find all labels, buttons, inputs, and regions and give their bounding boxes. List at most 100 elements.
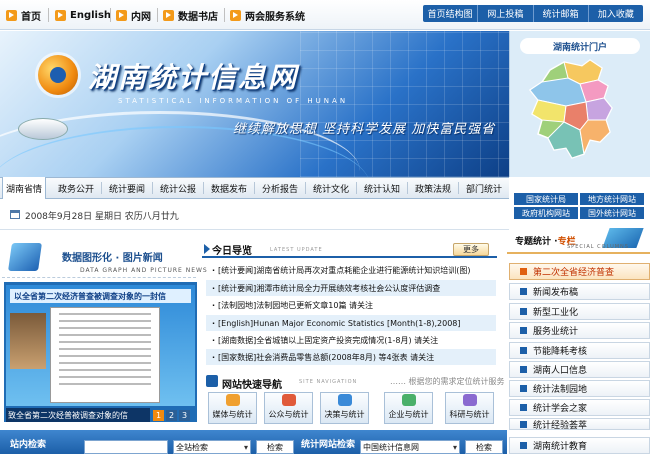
- square-icon: [520, 288, 527, 295]
- quick-nav-media[interactable]: 媒体与统计: [208, 392, 257, 424]
- nav-bookstore-link[interactable]: 数据书店: [163, 0, 218, 30]
- portal-link-foreign[interactable]: 国外统计网站: [580, 207, 644, 219]
- square-icon: [520, 308, 527, 315]
- nav-intranet-link[interactable]: 内网: [116, 0, 151, 30]
- search-label: 站内检索: [10, 440, 47, 450]
- submit-link[interactable]: 网上投稿: [478, 5, 534, 22]
- special-item[interactable]: 新闻发布稿: [509, 283, 650, 300]
- site-subtitle: STATISTICAL INFORMATION OF HUNAN: [118, 97, 349, 105]
- mouse-icon: [18, 118, 68, 140]
- news-item[interactable]: [湖南数据]全省城镇以上固定资产投资完成情况(1-8月) 请关注: [206, 332, 496, 348]
- special-item[interactable]: 湖南统计教育: [509, 437, 650, 454]
- decision-icon: [337, 394, 352, 406]
- nav-tab-department[interactable]: 部门统计: [461, 177, 507, 199]
- arrow-icon: [163, 9, 174, 21]
- nav-tab-bulletin[interactable]: 统计公报: [155, 177, 201, 199]
- site-search-button[interactable]: 检索: [465, 440, 503, 454]
- quick-nav-enterprise[interactable]: 企业与统计: [384, 392, 433, 424]
- portal-link-gov[interactable]: 政府机构网站: [514, 207, 578, 219]
- nav-tab-data-release[interactable]: 数据发布: [206, 177, 252, 199]
- map-region[interactable]: [585, 97, 613, 121]
- nav-tab-hunan-profile[interactable]: 湖南省情: [2, 177, 46, 199]
- square-icon: [520, 385, 527, 392]
- divider: [152, 182, 153, 194]
- slide-page-3[interactable]: 3: [179, 410, 190, 421]
- nav-tab-culture[interactable]: 统计文化: [308, 177, 354, 199]
- arrow-icon: [230, 9, 241, 21]
- portal-link-local[interactable]: 地方统计网站: [580, 193, 644, 205]
- nav-tab-news[interactable]: 统计要闻: [104, 177, 150, 199]
- special-item[interactable]: 节能降耗考核: [509, 342, 650, 359]
- hunan-map[interactable]: [520, 58, 640, 162]
- site-logo-icon: [38, 55, 78, 95]
- portal-link-nbs[interactable]: 国家统计局: [514, 193, 578, 205]
- square-icon: [520, 404, 527, 411]
- top-right-links: 首页结构图 网上投稿 统计邮箱 加入收藏: [423, 5, 643, 22]
- quick-nav-subtitle: SITE NAVIGATION: [299, 379, 358, 385]
- picture-news-subtitle: DATA GRAPH AND PICTURE NEWS: [80, 267, 208, 274]
- quick-nav-decision[interactable]: 决策与统计: [320, 392, 369, 424]
- nav-congress-link[interactable]: 两会服务系统: [230, 0, 305, 30]
- special-item[interactable]: 统计学会之家: [509, 399, 650, 416]
- media-icon: [225, 394, 240, 406]
- nav-tab-knowledge[interactable]: 统计认知: [359, 177, 405, 199]
- news-item[interactable]: [法制园地]法制园地已更新文章10篇 请关注: [206, 297, 496, 313]
- special-item[interactable]: 湖南人口信息: [509, 361, 650, 378]
- square-icon: [520, 268, 527, 275]
- research-icon: [462, 394, 477, 406]
- quick-nav-hint: …… 根据您的需求定位统计服务: [390, 377, 505, 386]
- search-scope-select[interactable]: 全站检索: [173, 440, 251, 454]
- quick-nav-public[interactable]: 公众与统计: [264, 392, 313, 424]
- mailbox-link[interactable]: 统计邮箱: [534, 5, 589, 22]
- quick-nav-title: 网站快速导航: [222, 380, 282, 391]
- square-icon: [520, 420, 527, 428]
- special-subtitle: SPECIAL COLUMNS: [567, 244, 629, 250]
- search-button[interactable]: 检索: [256, 440, 294, 454]
- search-input[interactable]: [84, 440, 168, 454]
- square-icon: [520, 366, 527, 373]
- nav-home-link[interactable]: 首页: [6, 0, 41, 30]
- special-item[interactable]: 新型工业化: [509, 303, 650, 320]
- news-item[interactable]: [国家数据]社会消费品零售总额(2008年8月) 等4张表 请关注: [206, 349, 496, 365]
- picture-news-caption[interactable]: 致全省第二次经普被调查对象的信: [6, 408, 150, 422]
- favorite-link[interactable]: 加入收藏: [589, 5, 643, 22]
- more-button[interactable]: 更多: [453, 243, 489, 256]
- divider: [356, 182, 357, 194]
- picture-news-document: [50, 307, 160, 403]
- nav-tab-analysis[interactable]: 分析报告: [257, 177, 303, 199]
- today-subtitle: LATEST UPDATE: [270, 247, 323, 253]
- special-item[interactable]: 统计法制园地: [509, 380, 650, 397]
- special-item[interactable]: 第二次全省经济普查: [509, 263, 650, 280]
- sitemap-link[interactable]: 首页结构图: [423, 5, 479, 22]
- nav-tab-policy[interactable]: 政策法规: [410, 177, 456, 199]
- special-item[interactable]: 统计经验荟萃: [509, 418, 650, 431]
- arrow-icon: [55, 9, 66, 21]
- banner-slogan: 继续解放思想 坚持科学发展 加快富民强省: [233, 122, 496, 137]
- portal-links: 国家统计局 地方统计网站 政府机构网站 国外统计网站: [514, 193, 644, 219]
- news-item[interactable]: [统计要闻]湘潭市统计局全力开展绩效考核社会公认度评估调查: [206, 280, 496, 296]
- quick-nav-icon: [206, 375, 218, 387]
- site-search-select[interactable]: 中国统计信息网: [360, 440, 460, 454]
- news-item[interactable]: [统计要闻]湖南省统计局再次对重点耗能企业进行能源统计知识培训(图): [206, 262, 496, 278]
- map-region[interactable]: [579, 119, 611, 156]
- special-item[interactable]: 服务业统计: [509, 322, 650, 339]
- square-icon: [520, 442, 527, 449]
- quick-nav-research[interactable]: 科研与统计: [445, 392, 494, 424]
- nav-tab-gov-affairs[interactable]: 政务公开: [53, 177, 99, 199]
- public-icon: [281, 394, 296, 406]
- news-item[interactable]: [English]Hunan Major Economic Statistics…: [206, 315, 496, 331]
- today-title: 今日导览: [212, 246, 252, 257]
- slide-page-1[interactable]: 1: [153, 410, 164, 421]
- divider: [254, 182, 255, 194]
- picture-news-image-header: 以全省第二次经济普查被调查对象的一封信: [10, 289, 191, 303]
- calendar-icon: [10, 210, 20, 219]
- divider: [48, 8, 49, 22]
- square-icon: [520, 347, 527, 354]
- picture-news-image[interactable]: 以全省第二次经济普查被调查对象的一封信: [6, 285, 195, 406]
- nav-english-link[interactable]: English: [55, 0, 111, 30]
- slide-page-2[interactable]: 2: [166, 410, 177, 421]
- divider: [305, 182, 306, 194]
- divider: [458, 182, 459, 194]
- divider: [203, 182, 204, 194]
- arrow-icon: [204, 244, 210, 254]
